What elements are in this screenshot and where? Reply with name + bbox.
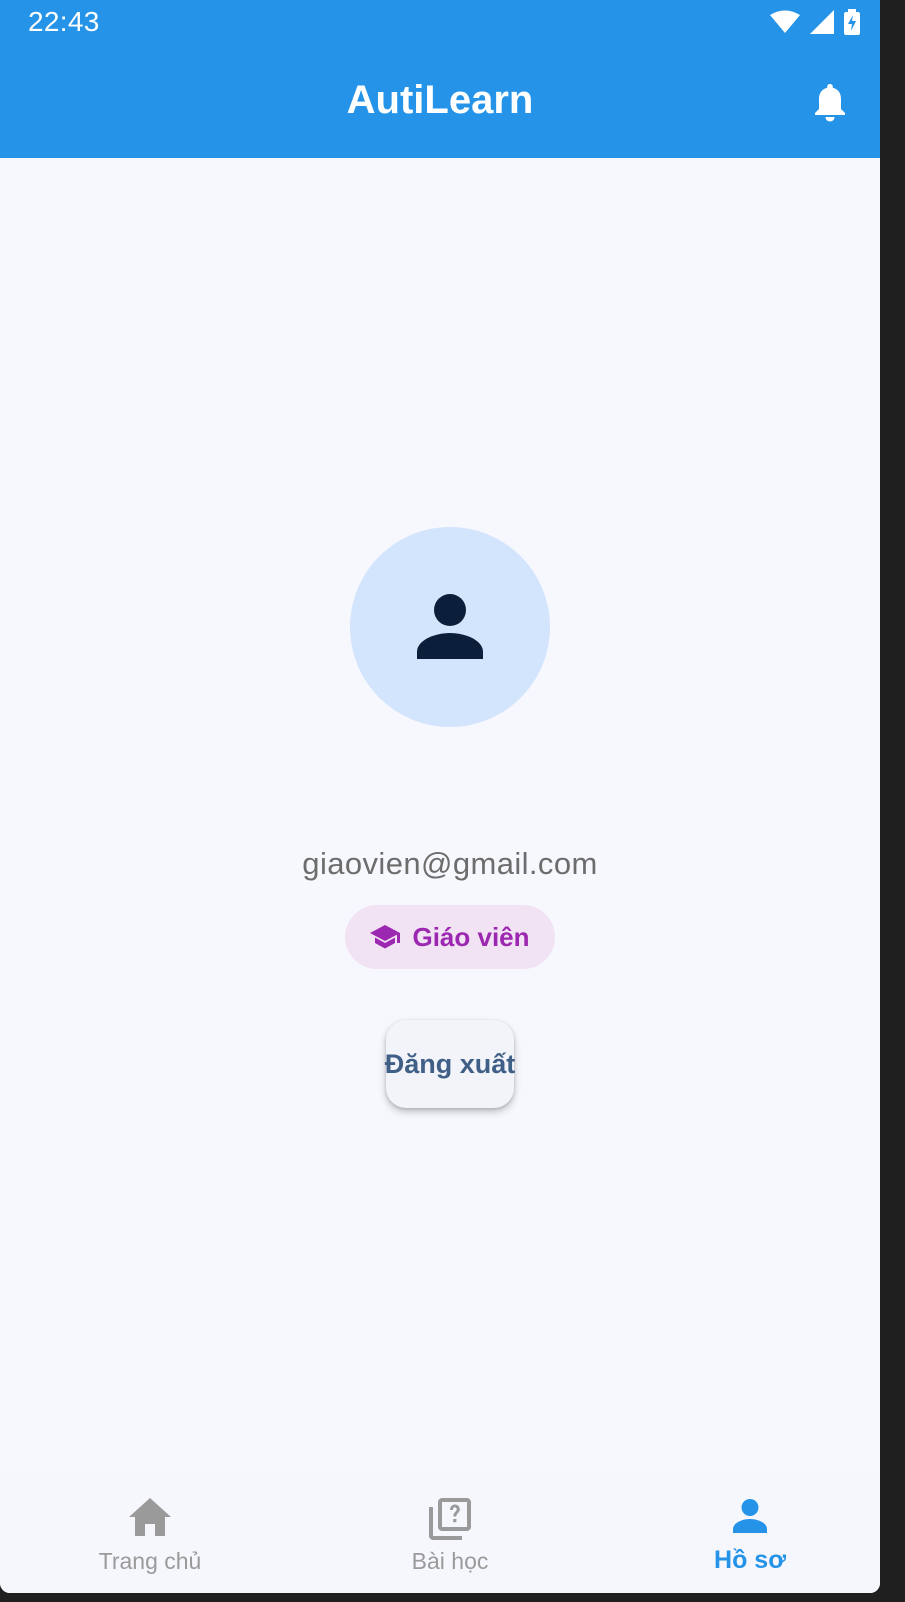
nav-label-profile: Hồ sơ <box>714 1546 786 1574</box>
quiz-icon <box>429 1498 471 1540</box>
avatar <box>350 527 550 727</box>
nav-label-lessons: Bài học <box>411 1548 489 1574</box>
nav-item-lessons[interactable]: Bài học <box>340 1478 560 1593</box>
status-time: 22:43 <box>28 6 100 37</box>
home-icon <box>129 1498 171 1536</box>
user-email: giaovien@gmail.com <box>302 846 598 881</box>
graduation-cap-icon <box>370 925 401 949</box>
role-badge: Giáo viên <box>345 905 555 969</box>
bell-icon[interactable] <box>812 82 848 122</box>
signal-icon <box>810 10 834 34</box>
wifi-icon <box>770 10 800 33</box>
app-bar: 22:43 AutiLearn <box>0 0 880 158</box>
nav-item-home[interactable]: Trang chủ <box>40 1478 260 1593</box>
screen: 22:43 AutiLearn giaovien@gmail.com Giáo … <box>0 0 880 1593</box>
person-icon <box>417 594 483 659</box>
nav-item-profile[interactable]: Hồ sơ <box>640 1478 860 1593</box>
role-label: Giáo viên <box>412 921 530 952</box>
nav-label-home: Trang chủ <box>98 1548 202 1574</box>
status-icons <box>770 9 860 35</box>
bottom-navigation: Trang chủ Bài học Hồ sơ <box>0 1478 880 1593</box>
app-title: AutiLearn <box>346 78 534 122</box>
person-icon <box>733 1499 767 1533</box>
battery-icon <box>844 9 860 35</box>
logout-button[interactable]: Đăng xuất <box>385 1020 515 1108</box>
